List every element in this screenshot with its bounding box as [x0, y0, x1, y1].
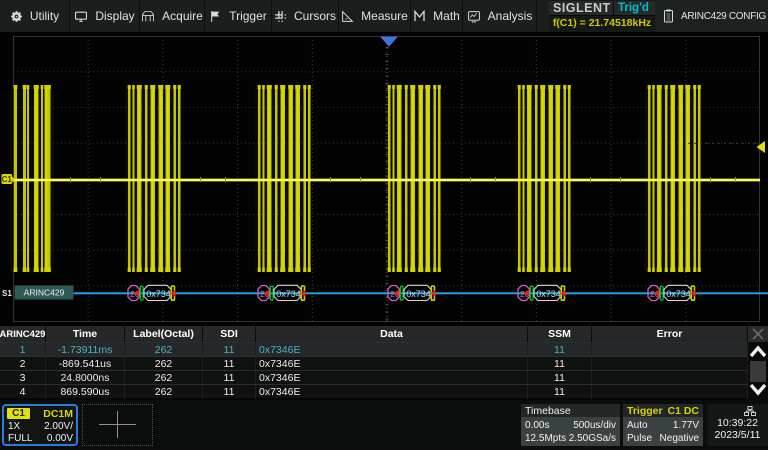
svg-text:0x734: 0x734	[146, 289, 171, 299]
svg-text:0x734: 0x734	[536, 289, 561, 299]
svg-text:ARINC429: ARINC429	[24, 288, 65, 298]
svg-text:S1: S1	[2, 289, 12, 298]
svg-text:C1: C1	[2, 175, 13, 184]
svg-text:0x734: 0x734	[666, 289, 691, 299]
svg-text:0x734: 0x734	[276, 289, 301, 299]
svg-text:0x734: 0x734	[406, 289, 431, 299]
